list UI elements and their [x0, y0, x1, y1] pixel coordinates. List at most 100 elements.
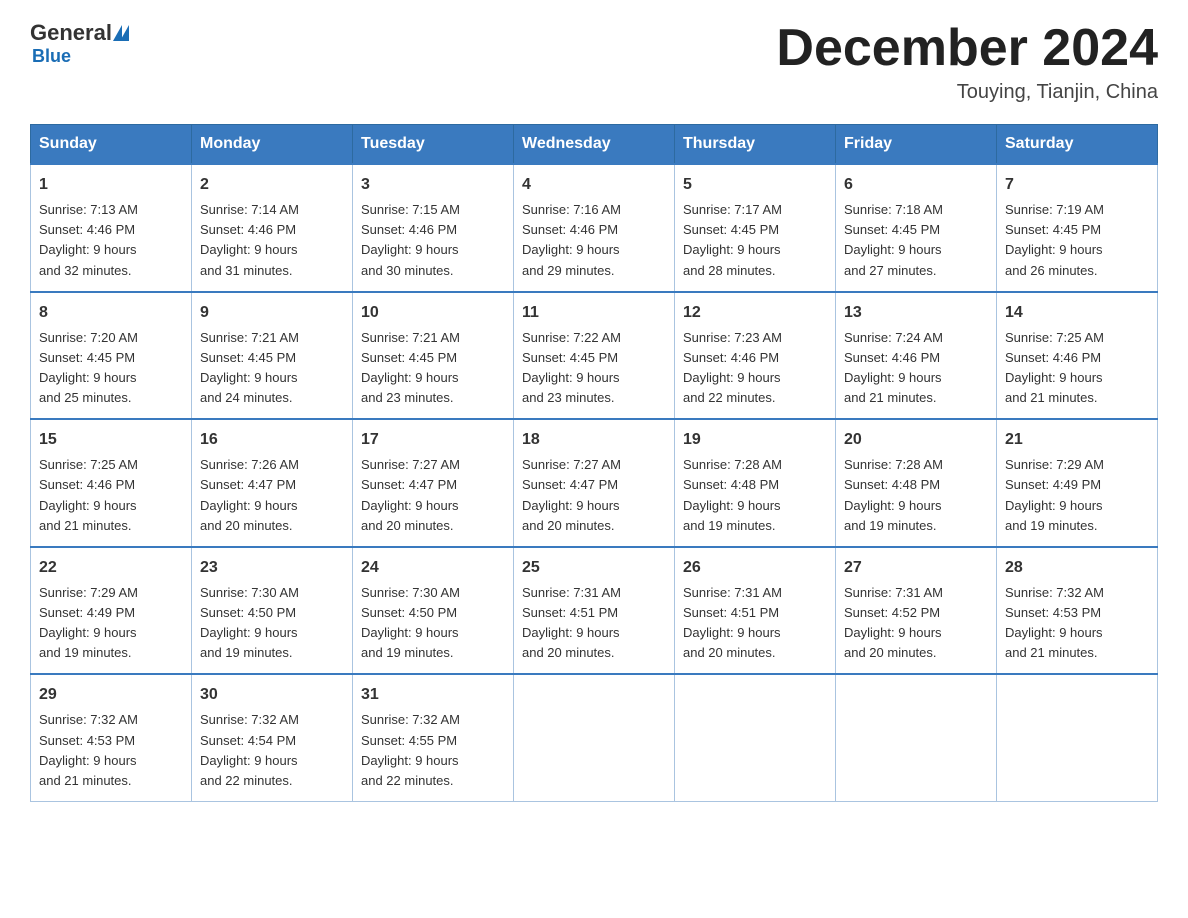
day-number: 20	[844, 428, 988, 452]
calendar-table: SundayMondayTuesdayWednesdayThursdayFrid…	[30, 124, 1158, 802]
calendar-cell: 14 Sunrise: 7:25 AMSunset: 4:46 PMDaylig…	[997, 292, 1158, 420]
calendar-cell: 10 Sunrise: 7:21 AMSunset: 4:45 PMDaylig…	[353, 292, 514, 420]
day-info: Sunrise: 7:15 AMSunset: 4:46 PMDaylight:…	[361, 202, 460, 277]
day-number: 14	[1005, 301, 1149, 325]
calendar-cell: 16 Sunrise: 7:26 AMSunset: 4:47 PMDaylig…	[192, 419, 353, 547]
day-number: 12	[683, 301, 827, 325]
calendar-week-row: 1 Sunrise: 7:13 AMSunset: 4:46 PMDayligh…	[31, 164, 1158, 292]
calendar-cell: 12 Sunrise: 7:23 AMSunset: 4:46 PMDaylig…	[675, 292, 836, 420]
day-info: Sunrise: 7:29 AMSunset: 4:49 PMDaylight:…	[1005, 457, 1104, 532]
day-number: 7	[1005, 173, 1149, 197]
day-number: 27	[844, 556, 988, 580]
day-number: 16	[200, 428, 344, 452]
day-number: 9	[200, 301, 344, 325]
day-info: Sunrise: 7:20 AMSunset: 4:45 PMDaylight:…	[39, 330, 138, 405]
calendar-cell: 17 Sunrise: 7:27 AMSunset: 4:47 PMDaylig…	[353, 419, 514, 547]
day-number: 11	[522, 301, 666, 325]
col-header-sunday: Sunday	[31, 125, 192, 165]
calendar-week-row: 8 Sunrise: 7:20 AMSunset: 4:45 PMDayligh…	[31, 292, 1158, 420]
calendar-cell: 19 Sunrise: 7:28 AMSunset: 4:48 PMDaylig…	[675, 419, 836, 547]
day-info: Sunrise: 7:28 AMSunset: 4:48 PMDaylight:…	[844, 457, 943, 532]
calendar-week-row: 29 Sunrise: 7:32 AMSunset: 4:53 PMDaylig…	[31, 674, 1158, 801]
day-number: 25	[522, 556, 666, 580]
day-info: Sunrise: 7:13 AMSunset: 4:46 PMDaylight:…	[39, 202, 138, 277]
calendar-cell: 23 Sunrise: 7:30 AMSunset: 4:50 PMDaylig…	[192, 547, 353, 675]
day-info: Sunrise: 7:27 AMSunset: 4:47 PMDaylight:…	[361, 457, 460, 532]
calendar-cell: 31 Sunrise: 7:32 AMSunset: 4:55 PMDaylig…	[353, 674, 514, 801]
calendar-cell: 18 Sunrise: 7:27 AMSunset: 4:47 PMDaylig…	[514, 419, 675, 547]
day-number: 18	[522, 428, 666, 452]
day-info: Sunrise: 7:22 AMSunset: 4:45 PMDaylight:…	[522, 330, 621, 405]
calendar-cell: 1 Sunrise: 7:13 AMSunset: 4:46 PMDayligh…	[31, 164, 192, 292]
calendar-cell	[997, 674, 1158, 801]
day-number: 21	[1005, 428, 1149, 452]
calendar-cell: 20 Sunrise: 7:28 AMSunset: 4:48 PMDaylig…	[836, 419, 997, 547]
day-number: 2	[200, 173, 344, 197]
day-number: 4	[522, 173, 666, 197]
day-number: 13	[844, 301, 988, 325]
calendar-week-row: 15 Sunrise: 7:25 AMSunset: 4:46 PMDaylig…	[31, 419, 1158, 547]
day-info: Sunrise: 7:21 AMSunset: 4:45 PMDaylight:…	[200, 330, 299, 405]
day-number: 23	[200, 556, 344, 580]
logo-blue-text: Blue	[32, 46, 71, 67]
day-info: Sunrise: 7:19 AMSunset: 4:45 PMDaylight:…	[1005, 202, 1104, 277]
day-info: Sunrise: 7:25 AMSunset: 4:46 PMDaylight:…	[39, 457, 138, 532]
day-number: 8	[39, 301, 183, 325]
title-area: December 2024 Touying, Tianjin, China	[776, 20, 1158, 104]
col-header-tuesday: Tuesday	[353, 125, 514, 165]
day-info: Sunrise: 7:18 AMSunset: 4:45 PMDaylight:…	[844, 202, 943, 277]
location-subtitle: Touying, Tianjin, China	[776, 81, 1158, 104]
calendar-cell: 28 Sunrise: 7:32 AMSunset: 4:53 PMDaylig…	[997, 547, 1158, 675]
calendar-week-row: 22 Sunrise: 7:29 AMSunset: 4:49 PMDaylig…	[31, 547, 1158, 675]
logo-triangle-right	[120, 25, 129, 41]
day-number: 24	[361, 556, 505, 580]
day-number: 29	[39, 683, 183, 707]
day-number: 5	[683, 173, 827, 197]
day-number: 3	[361, 173, 505, 197]
col-header-wednesday: Wednesday	[514, 125, 675, 165]
col-header-monday: Monday	[192, 125, 353, 165]
calendar-cell: 26 Sunrise: 7:31 AMSunset: 4:51 PMDaylig…	[675, 547, 836, 675]
calendar-cell: 2 Sunrise: 7:14 AMSunset: 4:46 PMDayligh…	[192, 164, 353, 292]
calendar-cell: 9 Sunrise: 7:21 AMSunset: 4:45 PMDayligh…	[192, 292, 353, 420]
day-info: Sunrise: 7:16 AMSunset: 4:46 PMDaylight:…	[522, 202, 621, 277]
day-info: Sunrise: 7:14 AMSunset: 4:46 PMDaylight:…	[200, 202, 299, 277]
logo-general-text: General	[30, 20, 112, 46]
day-info: Sunrise: 7:31 AMSunset: 4:52 PMDaylight:…	[844, 585, 943, 660]
calendar-cell	[514, 674, 675, 801]
day-info: Sunrise: 7:17 AMSunset: 4:45 PMDaylight:…	[683, 202, 782, 277]
page-header: General Blue December 2024 Touying, Tian…	[30, 20, 1158, 104]
day-number: 6	[844, 173, 988, 197]
calendar-cell: 7 Sunrise: 7:19 AMSunset: 4:45 PMDayligh…	[997, 164, 1158, 292]
day-number: 26	[683, 556, 827, 580]
logo: General Blue	[30, 20, 130, 67]
day-number: 1	[39, 173, 183, 197]
calendar-cell: 22 Sunrise: 7:29 AMSunset: 4:49 PMDaylig…	[31, 547, 192, 675]
calendar-header-row: SundayMondayTuesdayWednesdayThursdayFrid…	[31, 125, 1158, 165]
day-number: 17	[361, 428, 505, 452]
calendar-cell: 25 Sunrise: 7:31 AMSunset: 4:51 PMDaylig…	[514, 547, 675, 675]
calendar-cell: 6 Sunrise: 7:18 AMSunset: 4:45 PMDayligh…	[836, 164, 997, 292]
day-info: Sunrise: 7:26 AMSunset: 4:47 PMDaylight:…	[200, 457, 299, 532]
day-info: Sunrise: 7:23 AMSunset: 4:46 PMDaylight:…	[683, 330, 782, 405]
calendar-cell: 15 Sunrise: 7:25 AMSunset: 4:46 PMDaylig…	[31, 419, 192, 547]
day-number: 30	[200, 683, 344, 707]
calendar-cell: 27 Sunrise: 7:31 AMSunset: 4:52 PMDaylig…	[836, 547, 997, 675]
logo-text: General	[30, 20, 130, 46]
calendar-cell: 5 Sunrise: 7:17 AMSunset: 4:45 PMDayligh…	[675, 164, 836, 292]
calendar-cell	[836, 674, 997, 801]
calendar-cell: 21 Sunrise: 7:29 AMSunset: 4:49 PMDaylig…	[997, 419, 1158, 547]
calendar-cell: 3 Sunrise: 7:15 AMSunset: 4:46 PMDayligh…	[353, 164, 514, 292]
day-info: Sunrise: 7:24 AMSunset: 4:46 PMDaylight:…	[844, 330, 943, 405]
calendar-cell: 24 Sunrise: 7:30 AMSunset: 4:50 PMDaylig…	[353, 547, 514, 675]
day-info: Sunrise: 7:30 AMSunset: 4:50 PMDaylight:…	[361, 585, 460, 660]
day-info: Sunrise: 7:21 AMSunset: 4:45 PMDaylight:…	[361, 330, 460, 405]
calendar-cell	[675, 674, 836, 801]
day-number: 22	[39, 556, 183, 580]
day-number: 10	[361, 301, 505, 325]
day-number: 31	[361, 683, 505, 707]
day-info: Sunrise: 7:32 AMSunset: 4:54 PMDaylight:…	[200, 712, 299, 787]
day-info: Sunrise: 7:32 AMSunset: 4:53 PMDaylight:…	[1005, 585, 1104, 660]
day-info: Sunrise: 7:30 AMSunset: 4:50 PMDaylight:…	[200, 585, 299, 660]
day-info: Sunrise: 7:28 AMSunset: 4:48 PMDaylight:…	[683, 457, 782, 532]
